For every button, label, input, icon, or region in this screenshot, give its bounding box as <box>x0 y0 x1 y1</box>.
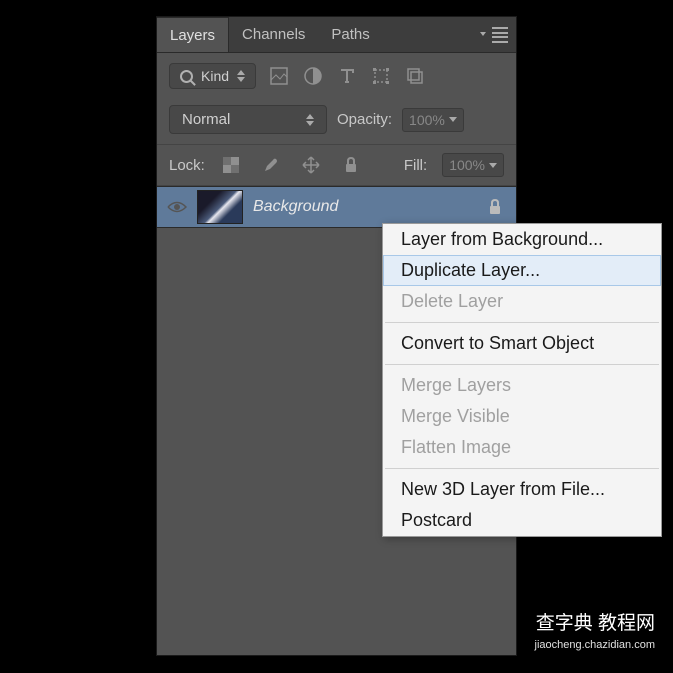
fill-label: Fill: <box>404 157 427 174</box>
menu-separator <box>385 468 659 469</box>
blend-row: Normal Opacity: 100% <box>157 99 516 144</box>
updown-icon <box>306 114 314 126</box>
filter-label: Kind <box>201 68 229 84</box>
lock-icon <box>488 199 502 215</box>
menu-item-delete-layer: Delete Layer <box>383 286 661 317</box>
menu-separator <box>385 364 659 365</box>
lock-transparent-icon[interactable] <box>220 154 242 176</box>
blend-mode-value: Normal <box>182 111 230 128</box>
tab-layers[interactable]: Layers <box>157 17 229 52</box>
menu-item-merge-layers: Merge Layers <box>383 370 661 401</box>
blend-mode-dropdown[interactable]: Normal <box>169 105 327 134</box>
filter-type-icon[interactable] <box>336 65 358 87</box>
tab-paths[interactable]: Paths <box>318 17 382 52</box>
lock-icons <box>220 154 362 176</box>
filter-pixel-icon[interactable] <box>268 65 290 87</box>
layer-background[interactable]: Background <box>157 186 516 228</box>
filter-row: Kind <box>157 53 516 99</box>
lock-position-icon[interactable] <box>300 154 322 176</box>
updown-icon <box>237 70 245 82</box>
menu-item-new-3d-layer-from-file[interactable]: New 3D Layer from File... <box>383 474 661 505</box>
lock-label: Lock: <box>169 157 205 174</box>
tab-channels[interactable]: Channels <box>229 17 318 52</box>
lock-all-icon[interactable] <box>340 154 362 176</box>
opacity-label: Opacity: <box>337 111 392 128</box>
layer-name-label: Background <box>253 198 488 216</box>
panel-flyout-menu[interactable] <box>488 27 508 43</box>
menu-item-postcard[interactable]: Postcard <box>383 505 661 536</box>
visibility-toggle[interactable] <box>157 200 197 214</box>
layer-context-menu: Layer from Background...Duplicate Layer.… <box>382 223 662 537</box>
menu-item-convert-to-smart-object[interactable]: Convert to Smart Object <box>383 328 661 359</box>
watermark: 查字典 教程网 <box>536 608 655 635</box>
filter-shape-icon[interactable] <box>370 65 392 87</box>
panel-tabs: Layers Channels Paths <box>157 17 516 53</box>
menu-item-merge-visible: Merge Visible <box>383 401 661 432</box>
opacity-value[interactable]: 100% <box>402 108 464 132</box>
lock-row: Lock: Fill: 100% <box>157 144 516 186</box>
menu-item-duplicate-layer[interactable]: Duplicate Layer... <box>383 255 661 286</box>
fill-value[interactable]: 100% <box>442 153 504 177</box>
chevron-down-icon <box>489 163 497 168</box>
filter-smartobject-icon[interactable] <box>404 65 426 87</box>
filter-type-dropdown[interactable]: Kind <box>169 63 256 89</box>
menu-item-flatten-image: Flatten Image <box>383 432 661 463</box>
menu-separator <box>385 322 659 323</box>
chevron-down-icon <box>449 117 457 122</box>
search-icon <box>180 70 193 83</box>
menu-item-layer-from-background[interactable]: Layer from Background... <box>383 224 661 255</box>
lock-image-icon[interactable] <box>260 154 282 176</box>
watermark-url: jiaocheng.chazidian.com <box>535 639 655 651</box>
filter-adjustment-icon[interactable] <box>302 65 324 87</box>
layer-thumbnail[interactable] <box>197 190 243 224</box>
